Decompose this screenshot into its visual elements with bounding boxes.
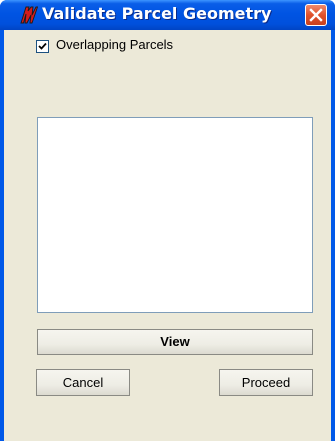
checkmark-icon bbox=[38, 42, 47, 50]
overlapping-parcels-label[interactable]: Overlapping Parcels bbox=[56, 37, 173, 52]
close-button[interactable] bbox=[305, 4, 327, 26]
arcgis-icon bbox=[20, 5, 39, 25]
dialog-window: Validate Parcel Geometry Overlapping Par… bbox=[0, 0, 335, 441]
close-icon bbox=[309, 8, 323, 22]
view-button[interactable]: View bbox=[37, 329, 313, 355]
results-listbox[interactable] bbox=[37, 117, 313, 313]
cancel-button[interactable]: Cancel bbox=[36, 369, 130, 396]
title-bar[interactable]: Validate Parcel Geometry bbox=[0, 0, 335, 30]
overlapping-parcels-checkbox[interactable] bbox=[36, 40, 49, 53]
window-title: Validate Parcel Geometry bbox=[42, 4, 272, 23]
proceed-button[interactable]: Proceed bbox=[219, 369, 313, 396]
